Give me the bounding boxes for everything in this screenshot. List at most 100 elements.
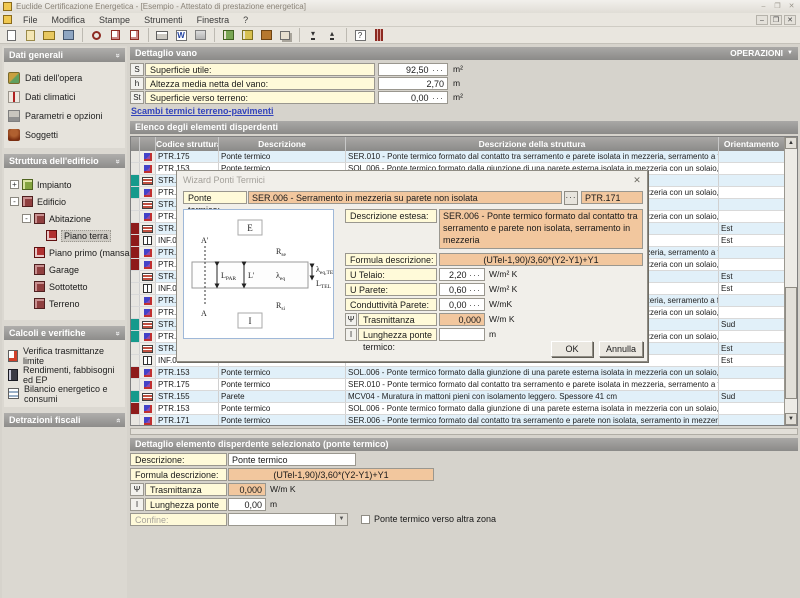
chevron-up-icon[interactable]: » <box>113 159 122 163</box>
ok-button[interactable]: OK <box>551 341 593 357</box>
dlg-lunghezza-input[interactable] <box>439 328 485 341</box>
help-button[interactable]: ? <box>351 28 369 43</box>
menu-item-modifica[interactable]: Modifica <box>45 14 93 26</box>
tree-item-edificio[interactable]: -Edificio <box>8 193 123 210</box>
col-codice[interactable]: Codice struttura <box>156 137 219 151</box>
mdi-close-icon[interactable]: ✕ <box>784 15 796 25</box>
new-template-button[interactable] <box>21 28 39 43</box>
vano-field-input[interactable]: 0,00 ··· <box>378 91 448 104</box>
col-descrizione[interactable]: Descrizione <box>219 137 346 151</box>
tree-collapse-icon[interactable]: - <box>10 197 19 206</box>
export-word-button[interactable]: W <box>172 28 190 43</box>
table-horizontal-scrollbar[interactable] <box>130 428 798 435</box>
close-icon[interactable]: ✕ <box>786 2 797 11</box>
table-row[interactable]: PTR.171Ponte termicoSER.006 - Ponte term… <box>131 415 785 425</box>
sidebar-item-rendimenti-fabbisogni-ep[interactable]: Rendimenti, fabbisogni ed EP <box>8 365 123 384</box>
tree-collapse-icon[interactable]: - <box>22 214 31 223</box>
move-down-button[interactable]: ▾ <box>304 28 322 43</box>
menu-item-finestra[interactable]: Finestra <box>190 14 237 26</box>
table-row[interactable]: STR.155PareteMCV04 - Muratura in mattoni… <box>131 391 785 403</box>
chevron-up-icon[interactable]: » <box>113 53 122 57</box>
tree-item-piano-terra[interactable]: Piano terra <box>8 227 123 244</box>
dlg-formula-value[interactable]: (UTel-1,90)/3,60*(Y2-Y1)+Y1 <box>439 253 643 266</box>
print-button[interactable] <box>153 28 171 43</box>
descrizione-input[interactable]: Ponte termico <box>228 453 356 466</box>
chevron-up-icon[interactable]: » <box>113 331 122 335</box>
operazioni-button[interactable]: OPERAZIONI ▼ <box>730 47 793 60</box>
save-button[interactable] <box>59 28 77 43</box>
browse-button[interactable]: ··· <box>564 191 578 205</box>
ellipsis-icon[interactable]: ··· <box>429 65 445 75</box>
ponte-verso-zona-checkbox[interactable] <box>361 515 370 524</box>
menu-item-file[interactable]: File <box>16 14 45 26</box>
search-replace-button[interactable] <box>125 28 143 43</box>
conduttivita-input[interactable]: 0,00 ··· <box>439 298 485 311</box>
formula-value[interactable]: (UTel-1,90)/3,60*(Y2-Y1)+Y1 <box>228 468 434 481</box>
menu-item-stampe[interactable]: Stampe <box>92 14 137 26</box>
scambi-termici-link[interactable]: Scambi termici terreno-pavimenti <box>131 106 274 116</box>
dialog-title[interactable]: Wizard Ponti Termici <box>179 173 645 187</box>
mdi-restore-icon[interactable]: ❐ <box>770 15 782 25</box>
table-vertical-scrollbar[interactable]: ▲ ▼ <box>784 137 797 425</box>
vano-field-input[interactable]: 2,70 <box>378 77 448 90</box>
sidebar-item-parametri-e-opzioni[interactable]: Parametri e opzioni <box>8 106 123 125</box>
lunghezza-input[interactable]: 0,00 <box>228 498 266 511</box>
col-icon[interactable] <box>140 137 156 151</box>
open-folder-button[interactable] <box>40 28 58 43</box>
ponte-code-field[interactable]: PTR.171 <box>581 191 643 204</box>
panel-header-dati-generali[interactable]: Dati generali» <box>4 48 125 62</box>
col-descrizione-struttura[interactable]: Descrizione della struttura <box>346 137 719 151</box>
sidebar-item-dati-dellopera[interactable]: Dati dell'opera <box>8 68 123 87</box>
tree-item-piano-primo-mansarda-[interactable]: Piano primo (mansarda) <box>8 244 123 261</box>
tree-item-terreno[interactable]: Terreno <box>8 295 123 312</box>
table-row[interactable]: PTR.175Ponte termicoSER.010 - Ponte term… <box>131 379 785 391</box>
descrizione-estesa-value[interactable]: SER.006 - Ponte termico formato dal cont… <box>439 209 643 249</box>
dialog-close-icon[interactable]: ✕ <box>631 174 643 186</box>
table-row[interactable]: PTR.153Ponte termicoSOL.006 - Ponte term… <box>131 367 785 379</box>
chevron-down-icon[interactable]: » <box>113 418 122 422</box>
move-up-button[interactable]: ▴ <box>323 28 341 43</box>
sidebar-item-dati-climatici[interactable]: Dati climatici <box>8 87 123 106</box>
annulla-button[interactable]: Annulla <box>599 341 643 357</box>
search-document-button[interactable] <box>106 28 124 43</box>
ponte-termico-combo[interactable]: SER.006 - Serramento in mezzeria su pare… <box>248 191 562 204</box>
minimize-icon[interactable]: – <box>758 2 769 11</box>
tree-expand-icon[interactable]: + <box>10 180 19 189</box>
panel-header-calcoli-e-verifiche[interactable]: Calcoli e verifiche» <box>4 326 125 340</box>
scrollbar-thumb[interactable] <box>785 287 797 399</box>
col-color[interactable] <box>131 137 140 151</box>
archive-yellow-button[interactable] <box>238 28 256 43</box>
tree-item-garage[interactable]: Garage <box>8 261 123 278</box>
scroll-down-icon[interactable]: ▼ <box>785 413 797 425</box>
ellipsis-icon[interactable]: ··· <box>429 93 445 103</box>
sidebar-item-verifica-trasmittanze-limite[interactable]: Verifica trasmittanze limite <box>8 346 123 365</box>
search-button[interactable] <box>87 28 105 43</box>
dlg-trasmittanza-value[interactable]: 0,000 <box>439 313 485 326</box>
archive-green-button[interactable] <box>219 28 237 43</box>
table-row[interactable]: PTR.153Ponte termicoSOL.006 - Ponte term… <box>131 403 785 415</box>
table-row[interactable]: PTR.175Ponte termicoSER.010 - Ponte term… <box>131 151 785 163</box>
tree-item-sottotetto[interactable]: Sottotetto <box>8 278 123 295</box>
u-telaio-input[interactable]: 2,20 ··· <box>439 268 485 281</box>
mdi-minimize-icon[interactable]: – <box>756 15 768 25</box>
menu-item-?[interactable]: ? <box>236 14 255 26</box>
confine-dropdown[interactable]: ▼ <box>228 513 348 526</box>
restore-icon[interactable]: ❐ <box>772 2 783 11</box>
panel-header-detrazioni-fiscali[interactable]: Detrazioni fiscali» <box>4 413 125 427</box>
scroll-up-icon[interactable]: ▲ <box>785 137 797 149</box>
export-table-button[interactable] <box>191 28 209 43</box>
mdi-document-icon[interactable] <box>3 15 12 24</box>
tree-item-abitazione[interactable]: -Abitazione <box>8 210 123 227</box>
euclide-column-button[interactable] <box>370 28 388 43</box>
u-parete-input[interactable]: 0,60 ··· <box>439 283 485 296</box>
stamp-button[interactable] <box>257 28 275 43</box>
dropdown-arrow-icon[interactable]: ▼ <box>335 514 347 525</box>
trasmittanza-value[interactable]: 0,000 <box>228 483 266 496</box>
tree-item-impianto[interactable]: +Impianto <box>8 176 123 193</box>
copy-structures-button[interactable] <box>276 28 294 43</box>
vano-field-input[interactable]: 92,50 ··· <box>378 63 448 76</box>
sidebar-item-soggetti[interactable]: Soggetti <box>8 125 123 144</box>
col-orientamento[interactable]: Orientamento <box>719 137 785 151</box>
menu-item-strumenti[interactable]: Strumenti <box>137 14 190 26</box>
panel-header-struttura-delledificio[interactable]: Struttura dell'edificio» <box>4 154 125 168</box>
